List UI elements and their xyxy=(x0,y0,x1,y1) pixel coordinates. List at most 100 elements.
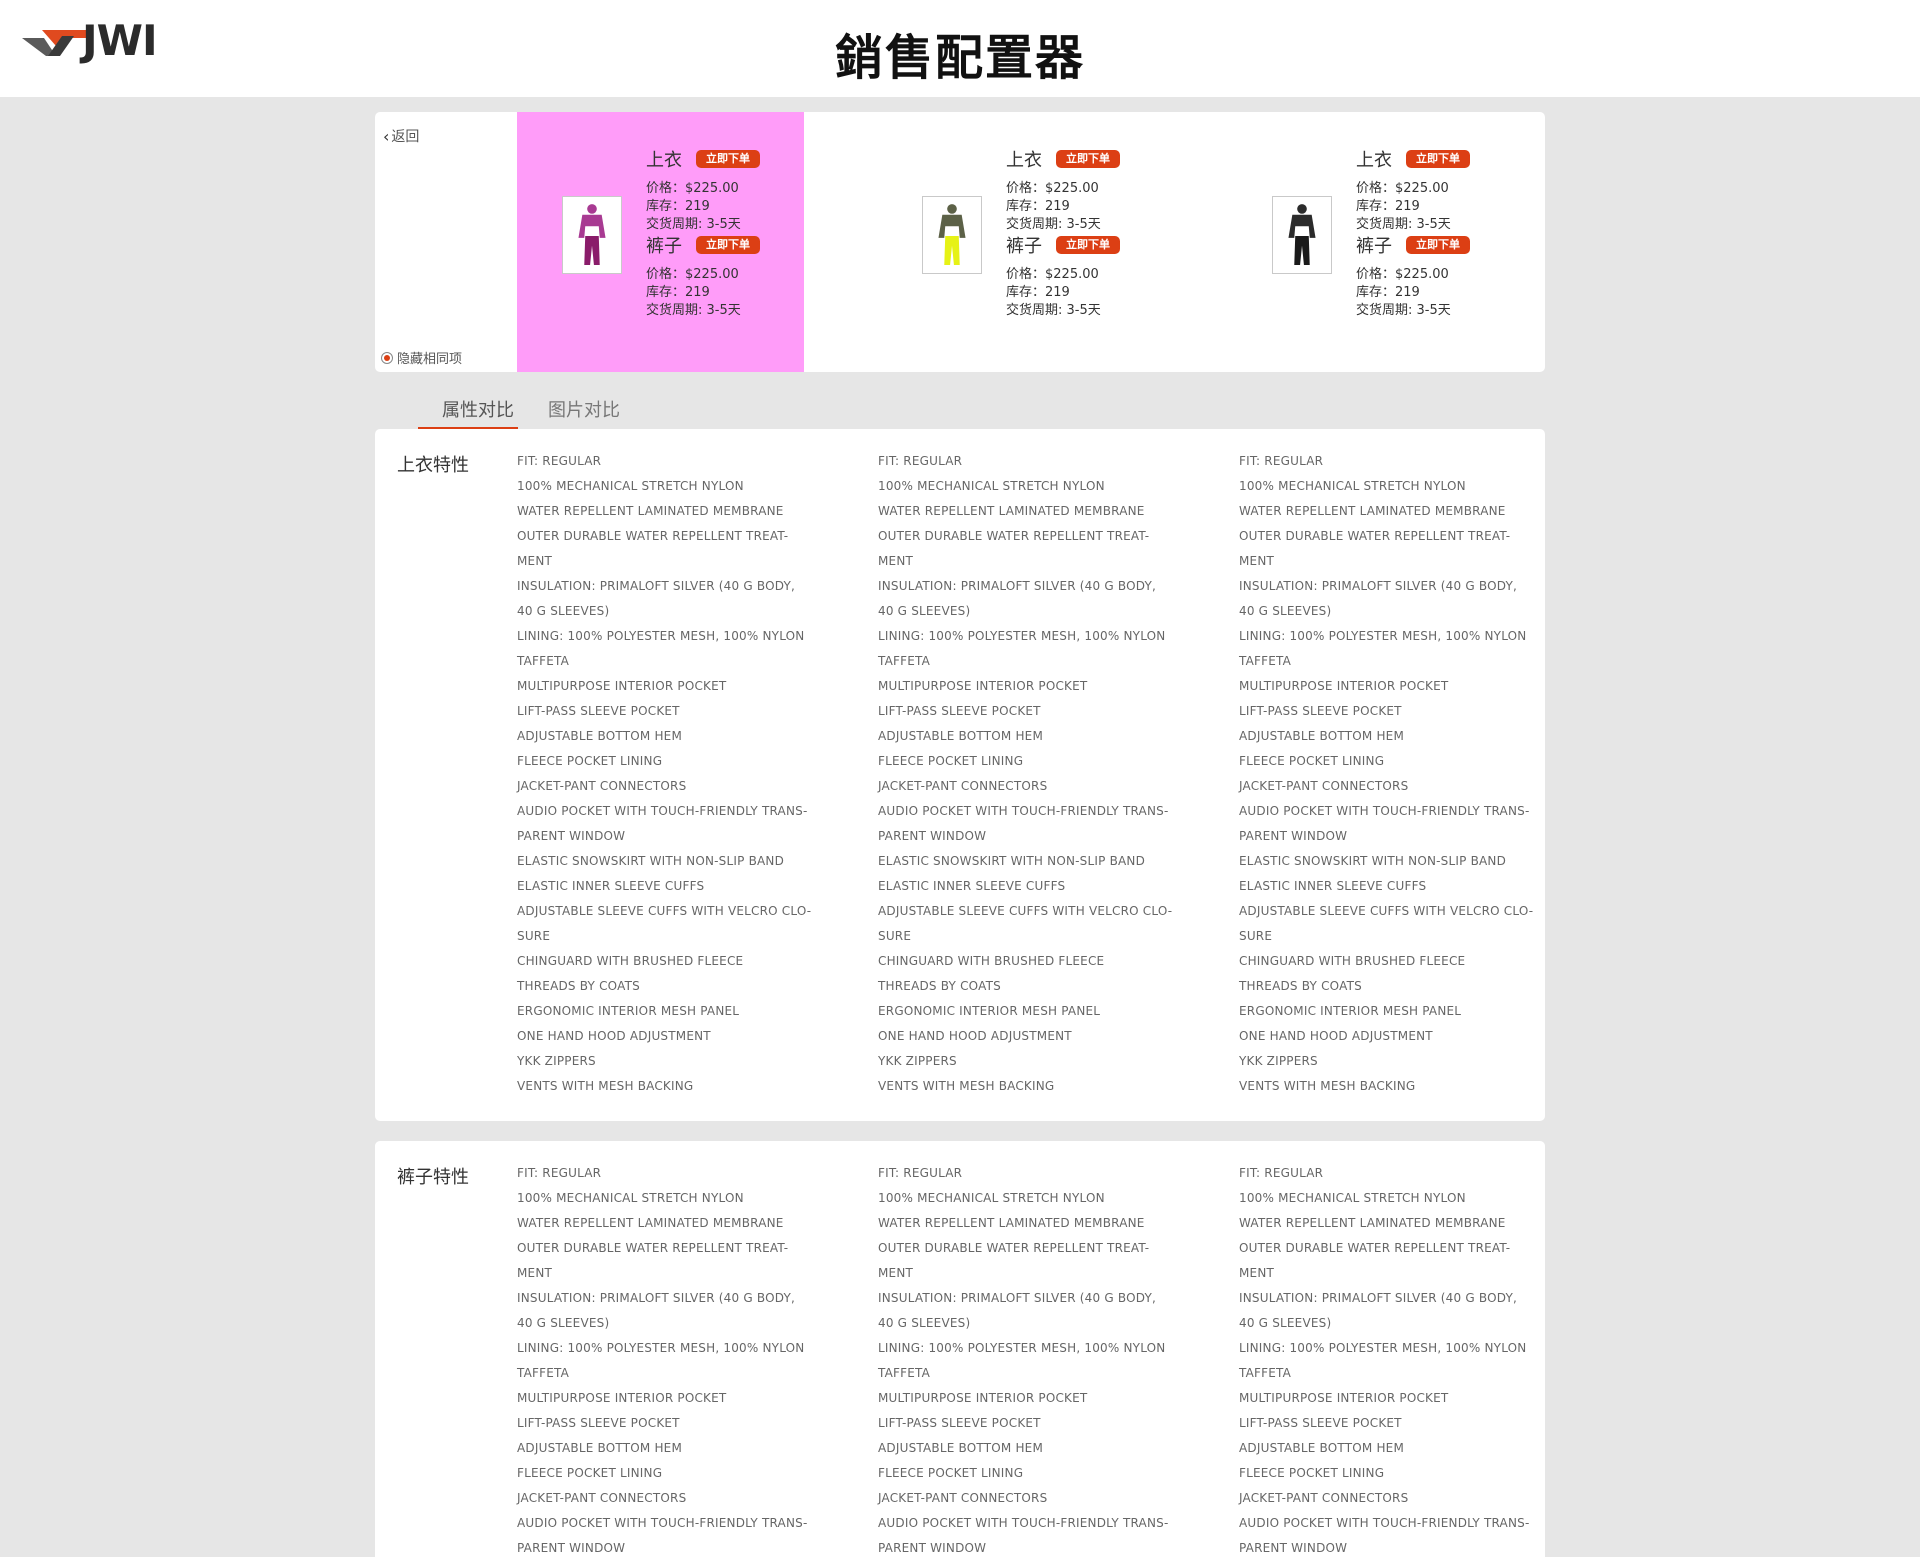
feature-line: 100% MECHANICAL STRETCH NYLON xyxy=(1239,479,1466,493)
lead-time-label: 交货周期: xyxy=(1006,217,1063,232)
feature-line: MULTIPURPOSE INTERIOR POCKET xyxy=(878,679,1088,693)
feature-line: INSULATION: PRIMALOFT SILVER (40 G BODY, xyxy=(878,1291,1157,1305)
product-image xyxy=(922,196,982,274)
feature-line: ADJUSTABLE BOTTOM HEM xyxy=(517,1441,682,1455)
feature-line: AUDIO POCKET WITH TOUCH-FRIENDLY TRANS- xyxy=(517,804,808,818)
feature-line: TAFFETA xyxy=(878,654,931,668)
page-title: 銷售配置器 xyxy=(834,30,1085,86)
feature-line: 100% MECHANICAL STRETCH NYLON xyxy=(517,479,744,493)
feature-line: LINING: 100% POLYESTER MESH, 100% NYLON xyxy=(517,629,805,643)
app-header: JWI 銷售配置器 xyxy=(0,0,1920,97)
feature-line: 100% MECHANICAL STRETCH NYLON xyxy=(878,1191,1105,1205)
product-image xyxy=(562,196,622,274)
feature-column: FIT: REGULAR 100% MECHANICAL STRETCH NYLO… xyxy=(1239,449,1533,1099)
pants-item: 裤子 立即下单 价格：$225.00 库存：219 交货周期: 3-5天 xyxy=(1356,232,1470,320)
product-column: 上衣 立即下单 价格：$225.00 库存：219 交货周期: 3-5天 裤子 立即下单 价格… xyxy=(517,112,804,372)
feature-line: JACKET-PANT CONNECTORS xyxy=(878,779,1048,793)
order-now-button[interactable]: 立即下单 xyxy=(696,150,760,168)
lead-time-label: 交货周期: xyxy=(646,303,703,318)
lead-time-value: 3-5天 xyxy=(706,303,741,318)
back-label: 返回 xyxy=(391,129,420,145)
feature-line: FIT: REGULAR xyxy=(1239,1166,1324,1180)
feature-line: FLEECE POCKET LINING xyxy=(1239,754,1385,768)
back-button[interactable]: ‹ 返回 xyxy=(383,126,419,146)
feature-line: ELASTIC INNER SLEEVE CUFFS xyxy=(1239,879,1427,893)
stock-label: 库存： xyxy=(1356,285,1396,300)
feature-line: FLEECE POCKET LINING xyxy=(878,754,1024,768)
feature-line: PARENT WINDOW xyxy=(517,829,626,843)
lead-time-label: 交货周期: xyxy=(1006,303,1063,318)
feature-line: MENT xyxy=(878,1266,914,1280)
item-name: 裤子 xyxy=(1006,236,1042,257)
feature-line: 100% MECHANICAL STRETCH NYLON xyxy=(878,479,1105,493)
feature-line: JACKET-PANT CONNECTORS xyxy=(878,1491,1048,1505)
feature-line: ELASTIC SNOWSKIRT WITH NON-SLIP BAND xyxy=(878,854,1146,868)
feature-line: ADJUSTABLE BOTTOM HEM xyxy=(517,729,682,743)
feature-line: INSULATION: PRIMALOFT SILVER (40 G BODY, xyxy=(1239,579,1518,593)
feature-line: YKK ZIPPERS xyxy=(1239,1054,1318,1068)
feature-line: 40 G SLEEVES) xyxy=(878,604,971,618)
feature-line: SURE xyxy=(1239,929,1273,943)
feature-line: LINING: 100% POLYESTER MESH, 100% NYLON xyxy=(878,629,1166,643)
feature-line: ADJUSTABLE BOTTOM HEM xyxy=(1239,1441,1404,1455)
order-now-button[interactable]: 立即下单 xyxy=(1056,150,1120,168)
feature-line: YKK ZIPPERS xyxy=(517,1054,596,1068)
feature-line: 100% MECHANICAL STRETCH NYLON xyxy=(517,1191,744,1205)
feature-line: PARENT WINDOW xyxy=(878,1541,987,1555)
feature-line: FLEECE POCKET LINING xyxy=(1239,1466,1385,1480)
order-now-button[interactable]: 立即下单 xyxy=(1406,150,1470,168)
product-compare-card: ‹ 返回 隐藏相同项 上衣 立即下单 价格：$225.00 库存：219 交货周期: 3… xyxy=(375,112,1545,372)
feature-line: LINING: 100% POLYESTER MESH, 100% NYLON xyxy=(517,1341,805,1355)
chevron-left-icon: ‹ xyxy=(383,126,390,146)
pants-item: 裤子 立即下单 价格：$225.00 库存：219 交货周期: 3-5天 xyxy=(1006,232,1120,320)
lead-time-label: 交货周期: xyxy=(1356,303,1413,318)
feature-line: OUTER DURABLE WATER REPELLENT TREAT- xyxy=(878,1241,1150,1255)
feature-line: CHINGUARD WITH BRUSHED FLEECE xyxy=(517,954,744,968)
snowsuit-figure-icon xyxy=(938,204,966,265)
feature-line: MENT xyxy=(517,1266,553,1280)
feature-line: WATER REPELLENT LAMINATED MEMBRANE xyxy=(1239,504,1506,518)
lead-time-value: 3-5天 xyxy=(706,217,741,232)
order-now-button[interactable]: 立即下单 xyxy=(696,236,760,254)
feature-line: LIFT-PASS SLEEVE POCKET xyxy=(517,1416,680,1430)
stock-value: 219 xyxy=(685,199,710,214)
lead-time-value: 3-5天 xyxy=(1066,217,1101,232)
feature-line: ERGONOMIC INTERIOR MESH PANEL xyxy=(1239,1004,1462,1018)
lead-time-value: 3-5天 xyxy=(1066,303,1101,318)
section-title: 上衣特性 xyxy=(397,455,469,476)
snowsuit-figure-icon xyxy=(578,204,606,265)
feature-line: LIFT-PASS SLEEVE POCKET xyxy=(1239,1416,1402,1430)
feature-line: SURE xyxy=(517,929,551,943)
feature-line: ELASTIC INNER SLEEVE CUFFS xyxy=(517,879,705,893)
feature-line: VENTS WITH MESH BACKING xyxy=(878,1079,1055,1093)
feature-line: LIFT-PASS SLEEVE POCKET xyxy=(878,704,1041,718)
feature-line: WATER REPELLENT LAMINATED MEMBRANE xyxy=(517,504,784,518)
feature-line: TAFFETA xyxy=(1239,654,1292,668)
feature-line: AUDIO POCKET WITH TOUCH-FRIENDLY TRANS- xyxy=(1239,804,1530,818)
price-value: $225.00 xyxy=(1045,181,1099,196)
feature-line: AUDIO POCKET WITH TOUCH-FRIENDLY TRANS- xyxy=(878,804,1169,818)
price-label: 价格： xyxy=(646,181,686,196)
feature-line: LINING: 100% POLYESTER MESH, 100% NYLON xyxy=(1239,1341,1527,1355)
item-name: 裤子 xyxy=(646,236,682,257)
hide-same-toggle[interactable]: 隐藏相同项 xyxy=(381,348,462,367)
feature-line: AUDIO POCKET WITH TOUCH-FRIENDLY TRANS- xyxy=(878,1516,1169,1530)
feature-line: WATER REPELLENT LAMINATED MEMBRANE xyxy=(878,1216,1145,1230)
tab-attributes[interactable]: 属性对比 xyxy=(418,396,518,430)
feature-line: MULTIPURPOSE INTERIOR POCKET xyxy=(1239,679,1449,693)
feature-line: TAFFETA xyxy=(1239,1366,1292,1380)
feature-line: YKK ZIPPERS xyxy=(878,1054,957,1068)
feature-line: ONE HAND HOOD ADJUSTMENT xyxy=(878,1029,1072,1043)
order-now-button[interactable]: 立即下单 xyxy=(1406,236,1470,254)
feature-line: OUTER DURABLE WATER REPELLENT TREAT- xyxy=(1239,1241,1511,1255)
feature-line: INSULATION: PRIMALOFT SILVER (40 G BODY, xyxy=(1239,1291,1518,1305)
feature-line: INSULATION: PRIMALOFT SILVER (40 G BODY, xyxy=(878,579,1157,593)
stock-label: 库存： xyxy=(646,285,686,300)
feature-line: LINING: 100% POLYESTER MESH, 100% NYLON xyxy=(1239,629,1527,643)
feature-line: ADJUSTABLE BOTTOM HEM xyxy=(878,729,1043,743)
hide-same-label: 隐藏相同项 xyxy=(397,352,463,367)
item-name: 上衣 xyxy=(1006,150,1042,171)
feature-line: ERGONOMIC INTERIOR MESH PANEL xyxy=(517,1004,740,1018)
tab-images[interactable]: 图片对比 xyxy=(548,396,620,430)
order-now-button[interactable]: 立即下单 xyxy=(1056,236,1120,254)
